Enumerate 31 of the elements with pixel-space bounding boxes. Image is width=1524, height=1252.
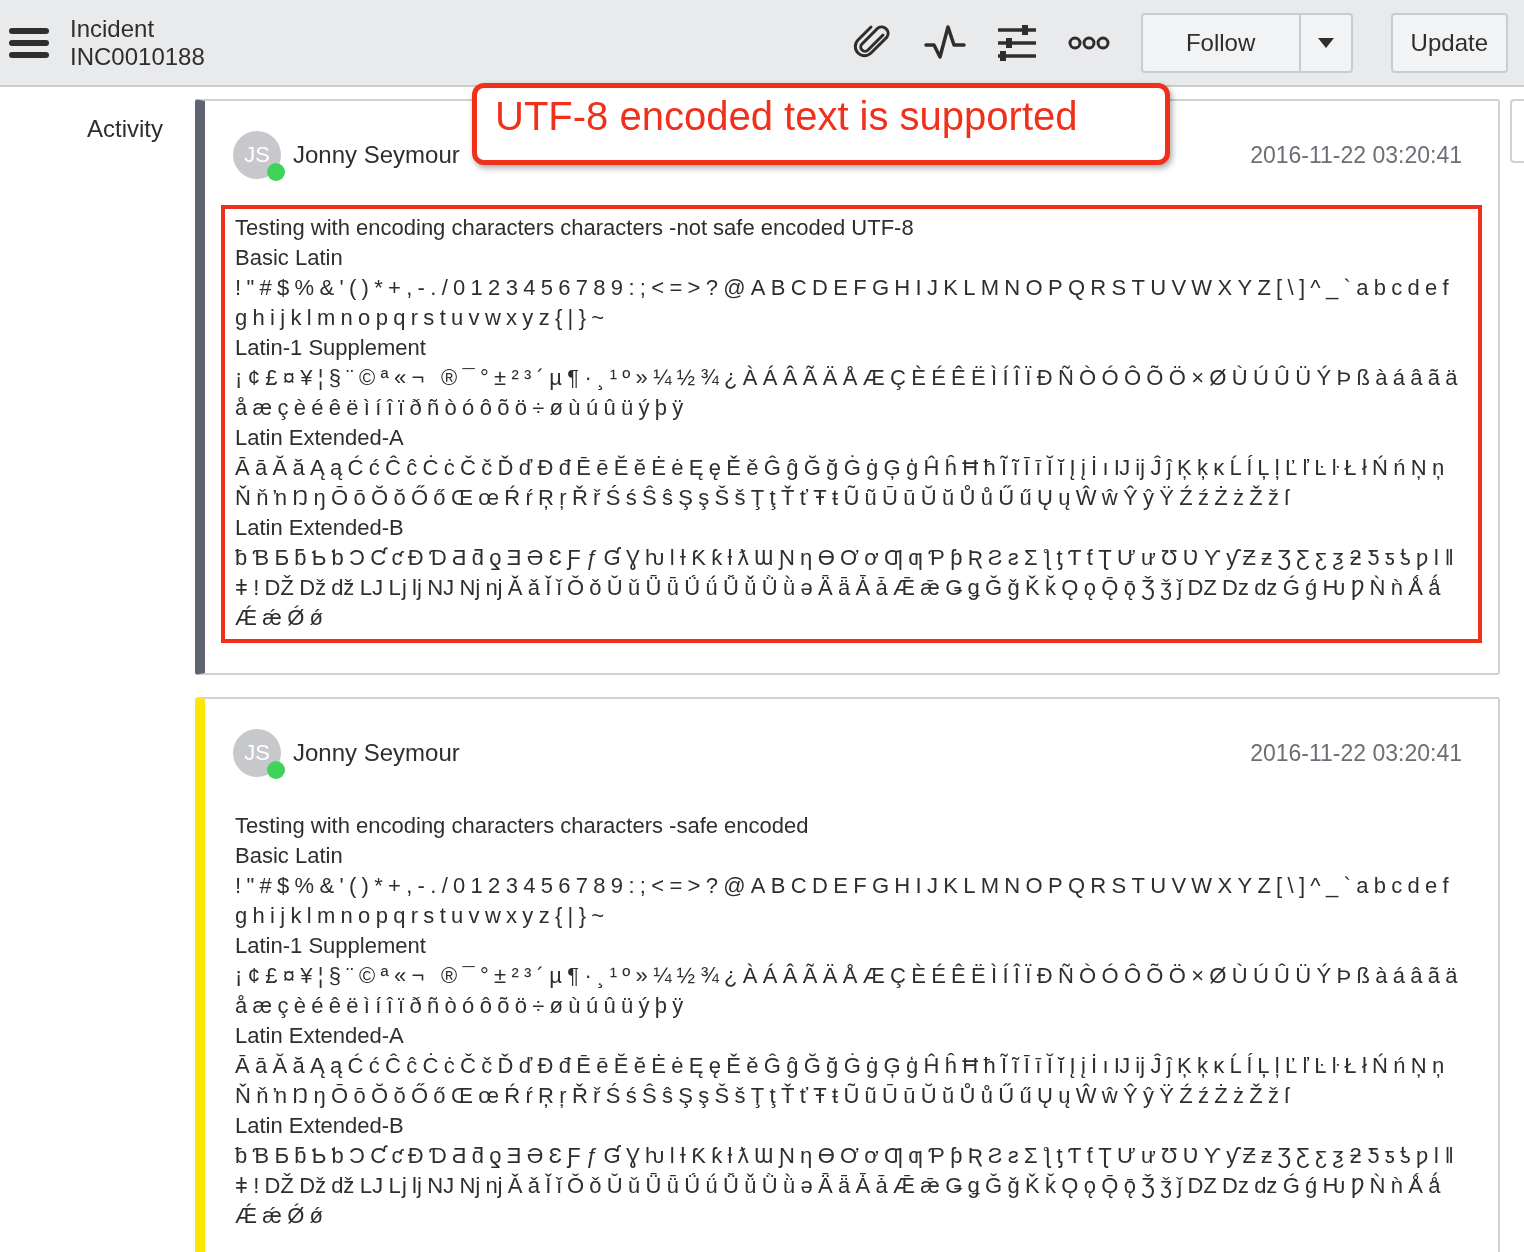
menu-icon[interactable] [8,25,50,60]
comment-text: Latin-1 Supplement [235,334,427,362]
activity-label: Activity [86,114,164,144]
side-panel-edge [1510,99,1524,163]
comment-text: Latin Extended-A [235,424,405,452]
character-list: !"#$%&'()*+,-./0123456789:;<=>?@ABCDEFGHIJKLMNOPQRSTUVWXYZ[\]^_`abcdefghijklmnopqrstuvwxyz{|}~ [235,871,1468,931]
comment-text: Testing with encoding characters characters -not safe encoded UTF-8 [235,214,915,242]
character-list: ĀāĂăĄąĆćĈĉĊċČčĎďĐđĒēĔĕĖėĘęĚěĜĝĞğĠġĢģĤĥĦħĨĩĪīĬĭĮįİıĲĳĴĵĶķĸĹĺĻļĽľĿŀŁłŃńŅņŇňŉŊŋŌōŎŏŐőŒœŔŕŖŗŘřŚśŜŝŞşŠšŢţŤťŦŧŨũŪūŬŭŮůŰűŲųŴŵŶŷŸŹźŻżŽžſ [235,1051,1468,1111]
record-number: INC0010188 [70,42,205,71]
comment-text: Latin Extended-B [235,1112,405,1140]
character-list: ĀāĂăĄąĆćĈĉĊċČčĎďĐđĒēĔĕĖėĘęĚěĜĝĞğĠġĢģĤĥĦħĨĩĪīĬĭĮįİıĲĳĴĵĶķĸĹĺĻļĽľĿŀŁłŃńŅņŇňŉŊŋŌōŎŏŐőŒœŔŕŖŗŘřŚśŜŝŞşŠšŢţŤťŦŧŨũŪūŬŭŮůŰűŲųŴŵŶŷŸŹźŻżŽžſ [235,453,1468,513]
comment-text: Basic Latin [235,244,344,272]
comment-text: Latin-1 Supplement [235,932,427,960]
record-type: Incident [70,14,156,43]
avatar-initials: JS [244,740,270,766]
timestamp: 2016-11-22 03:20:41 [1250,739,1462,767]
character-list: ¡¢£¤¥¦§¨©ª«¬ ®¯°±²³´µ¶·¸¹º»¼½¾¿ÀÁÂÃÄÅÆÇÈÉÊËÌÍÎÏÐÑÒÓÔÕÖ×ØÙÚÛÜÝÞßàáâãäåæçèéêëìíîïðñòóôõö÷øùúûüýþÿ [235,363,1468,423]
comment-text: Latin Extended-B [235,514,405,542]
update-button[interactable]: Update [1390,12,1508,73]
comment-text: Latin Extended-A [235,1022,405,1050]
author-name: Jonny Seymour [293,141,460,169]
character-list: ¡¢£¤¥¦§¨©ª«¬ ®¯°±²³´µ¶·¸¹º»¼½¾¿ÀÁÂÃÄÅÆÇÈÉÊËÌÍÎÏÐÑÒÓÔÕÖ×ØÙÚÛÜÝÞßàáâãäåæçèéêëìíîïðñòóôõö÷øùúûüýþÿ [235,961,1468,1021]
author-name: Jonny Seymour [293,739,460,767]
character-list: !"#$%&'()*+,-./0123456789:;<=>?@ABCDEFGHIJKLMNOPQRSTUVWXYZ[\]^_`abcdefghijklmnopqrstuvwxyz{|}~ [235,273,1468,333]
comment-text: Basic Latin [235,842,344,870]
callout-label: UTF-8 encoded text is supported [472,83,1170,165]
timestamp: 2016-11-22 03:20:41 [1250,141,1462,169]
avatar-initials: JS [244,142,270,168]
character-list: ƀƁƂƃƄƅƆƇƈƉƊƋƌƍƎƏƐƑƒƓƔƕƖƗƘƙƚƛƜƝƞƟƠơƢƣƤƥƦƧƨƩƪƫƬƭƮƯưƱƲƳƴƵƶƷƸƹƺƻƼƽƾƿǀǁǂǃǄǅǆǇǈǉǊǋǌǍǎǏǐǑǒǓǔǕǖǗǘǙǚǛǜǝǞǟǠǡǢǣǤǥǦǧǨǩǪǫǬǭǮǯǰǱǲǳǴǵǶǷǸǹǺǻǼǽǾǿ [235,543,1468,633]
comment-text: Testing with encoding characters characters -safe encoded [235,812,810,840]
character-list: ƀƁƂƃƄƅƆƇƈƉƊƋƌƍƎƏƐƑƒƓƔƕƖƗƘƙƚƛƜƝƞƟƠơƢƣƤƥƦƧƨƩƪƫƬƭƮƯưƱƲƳƴƵƶƷƸƹƺƻƼƽƾƿǀǁǂǃǄǅǆǇǈǉǊǋǌǍǎǏǐǑǒǓǔǕǖǗǘǙǚǛǜǝǞǟǠǡǢǣǤǥǦǧǨǩǪǫǬǭǮǯǰǱǲǳǴǵǶǷǸǹǺǻǼǽǾǿ [235,1141,1468,1231]
